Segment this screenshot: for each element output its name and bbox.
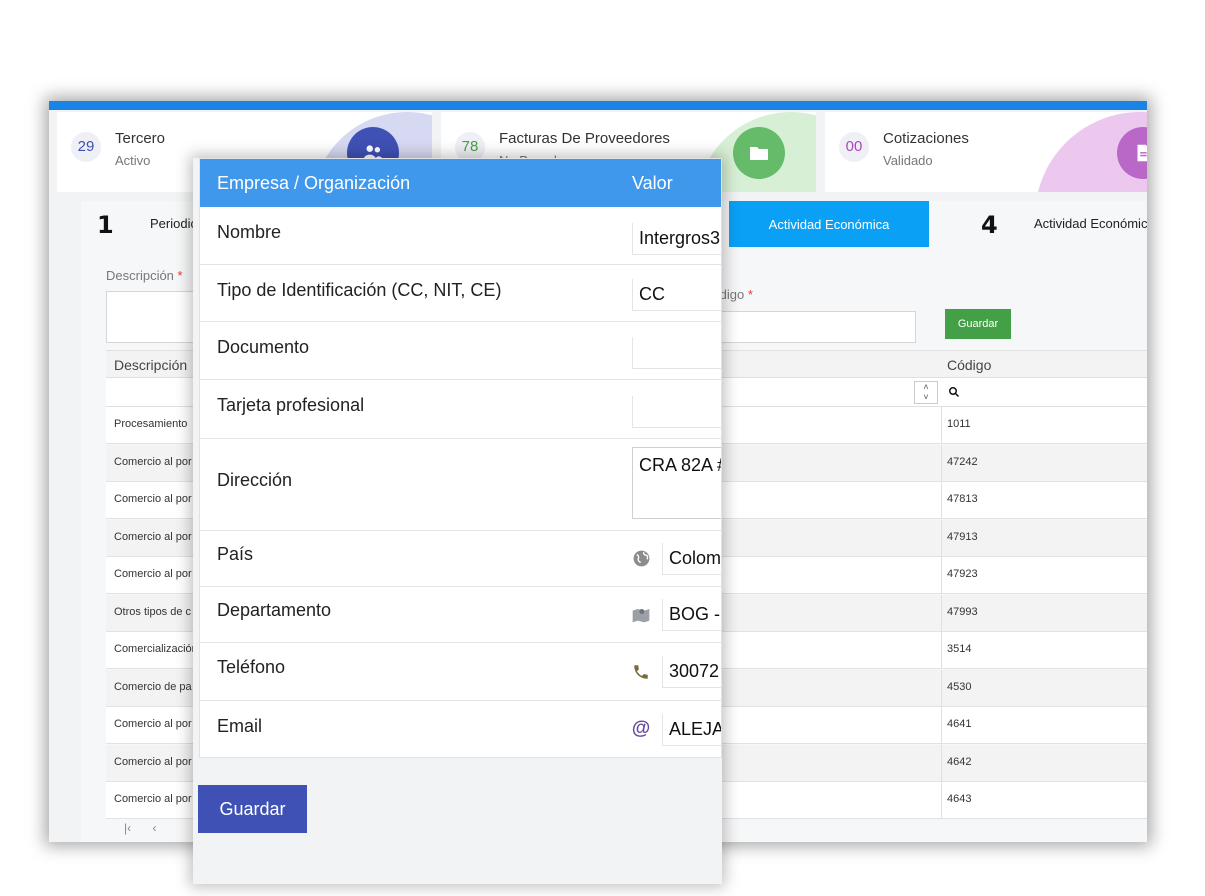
cell-descripcion: Comercio al por	[114, 530, 192, 543]
step-tab-actividad-economica[interactable]: Actividad Económica	[729, 201, 929, 247]
first-page-icon[interactable]: |‹	[124, 821, 131, 835]
cell-codigo: 47913	[947, 530, 978, 543]
guardar-actividad-button[interactable]: Guardar	[945, 309, 1011, 339]
stat-subtitle: Validado	[883, 153, 933, 168]
cell-descripcion: Procesamiento	[114, 418, 188, 430]
cell-codigo: 47923	[947, 568, 978, 580]
step-number-4: 4	[981, 211, 998, 239]
cell-codigo: 1011	[947, 418, 971, 430]
email-input[interactable]: ALEJA	[662, 714, 721, 746]
row-pais: País Colombia	[200, 531, 721, 587]
column-divider	[941, 744, 942, 781]
prev-page-icon[interactable]: ‹	[152, 821, 156, 835]
empresa-form-card: Empresa / Organización Valor Nombre Inte…	[199, 158, 722, 758]
column-divider	[941, 707, 942, 743]
row-tipo-id: Tipo de Identificación (CC, NIT, CE) CC	[200, 265, 721, 322]
stat-title: Cotizaciones	[883, 130, 969, 147]
stat-title: Tercero	[115, 130, 166, 147]
row-nombre: Nombre Intergros3	[200, 207, 721, 265]
telefono-input[interactable]: 30072	[662, 656, 721, 688]
column-divider	[941, 519, 942, 556]
cell-descripcion: Comercio de pa	[114, 680, 192, 693]
spinner-control[interactable]: ˄ ˅	[914, 381, 938, 404]
row-telefono: Teléfono 30072	[200, 643, 721, 701]
empresa-form-panel: Empresa / Organización Valor Nombre Inte…	[193, 158, 722, 884]
top-accent-bar	[49, 101, 1147, 110]
direccion-label: Dirección	[217, 470, 293, 490]
nombre-label: Nombre	[217, 222, 282, 242]
cell-codigo: 4642	[947, 755, 972, 768]
cell-codigo: 47813	[947, 493, 978, 505]
form-header: Empresa / Organización Valor	[200, 159, 721, 207]
cell-codigo: 47993	[947, 605, 978, 618]
cell-descripcion: Comercio al por	[114, 718, 192, 730]
documento-input[interactable]	[632, 337, 721, 369]
column-divider	[941, 632, 942, 668]
telefono-label: Teléfono	[217, 657, 286, 677]
header-valor: Valor	[632, 173, 673, 193]
pais-select[interactable]: Colombia	[662, 543, 721, 575]
stat-card-cotizaciones[interactable]: 00 Cotizaciones Validado	[825, 112, 1147, 192]
phone-icon	[630, 661, 652, 683]
tipo-id-label: Tipo de Identificación (CC, NIT, CE)	[217, 280, 502, 300]
nombre-input[interactable]: Intergros3	[632, 223, 721, 255]
cell-codigo: 4530	[947, 680, 972, 693]
step-label-3: Actividad Económica	[768, 216, 890, 232]
cell-descripcion: Otros tipos de c	[114, 605, 192, 618]
codigo-input[interactable]	[689, 311, 916, 343]
departamento-select[interactable]: BOG -	[662, 599, 721, 631]
cell-descripcion: Comercio al por	[114, 793, 192, 805]
col-header-codigo[interactable]: Código	[947, 357, 991, 373]
stat-number: 00	[839, 132, 869, 162]
departamento-label: Departamento	[217, 600, 332, 620]
map-icon	[630, 603, 652, 625]
cell-descripcion: Comercio al por	[114, 455, 192, 468]
column-divider	[941, 482, 942, 518]
cell-descripcion: Comercio al por	[114, 755, 192, 768]
folder-icon	[733, 127, 785, 179]
tarjeta-label: Tarjeta profesional	[217, 395, 365, 415]
column-divider	[941, 594, 942, 631]
globe-icon	[630, 547, 652, 569]
col-header-descripcion[interactable]: Descripción	[114, 357, 187, 373]
row-departamento: Departamento BOG -	[200, 587, 721, 643]
cell-codigo: 4641	[947, 718, 972, 730]
column-divider	[941, 669, 942, 706]
cell-codigo: 3514	[947, 643, 972, 655]
cell-codigo: 4643	[947, 793, 972, 805]
at-sign-icon: @	[631, 718, 651, 739]
column-divider	[941, 557, 942, 593]
pais-label: País	[217, 544, 254, 564]
stat-subtitle: Activo	[115, 153, 151, 168]
cell-descripcion: Comercio al por	[114, 568, 192, 580]
search-icon[interactable]	[948, 385, 960, 403]
cell-codigo: 47242	[947, 455, 978, 468]
row-email: Email @ ALEJA	[200, 701, 721, 757]
column-divider	[941, 407, 942, 443]
descripcion-label: Descripción *	[106, 268, 183, 283]
row-tarjeta: Tarjeta profesional	[200, 380, 721, 439]
column-divider	[941, 444, 942, 481]
tipo-id-select[interactable]: CC	[632, 279, 721, 311]
step-number-1: 1	[97, 211, 114, 239]
row-documento: Documento	[200, 322, 721, 380]
stat-number: 29	[71, 132, 101, 162]
email-label: Email	[217, 716, 263, 736]
column-divider	[941, 782, 942, 818]
step-label-4[interactable]: Actividad Económica	[1034, 216, 1147, 231]
header-empresa: Empresa / Organización	[217, 173, 411, 193]
documento-label: Documento	[217, 337, 310, 357]
row-direccion: Dirección CRA 82A #	[200, 439, 721, 531]
pagination: |‹ ‹	[106, 821, 156, 835]
cell-descripcion: Comercio al por	[114, 493, 192, 505]
tarjeta-input[interactable]	[632, 396, 721, 428]
guardar-button[interactable]: Guardar	[198, 785, 307, 833]
cell-descripcion: Comercialización	[114, 643, 198, 655]
stat-title: Facturas De Proveedores	[499, 130, 670, 147]
direccion-textarea[interactable]: CRA 82A #	[632, 447, 721, 519]
